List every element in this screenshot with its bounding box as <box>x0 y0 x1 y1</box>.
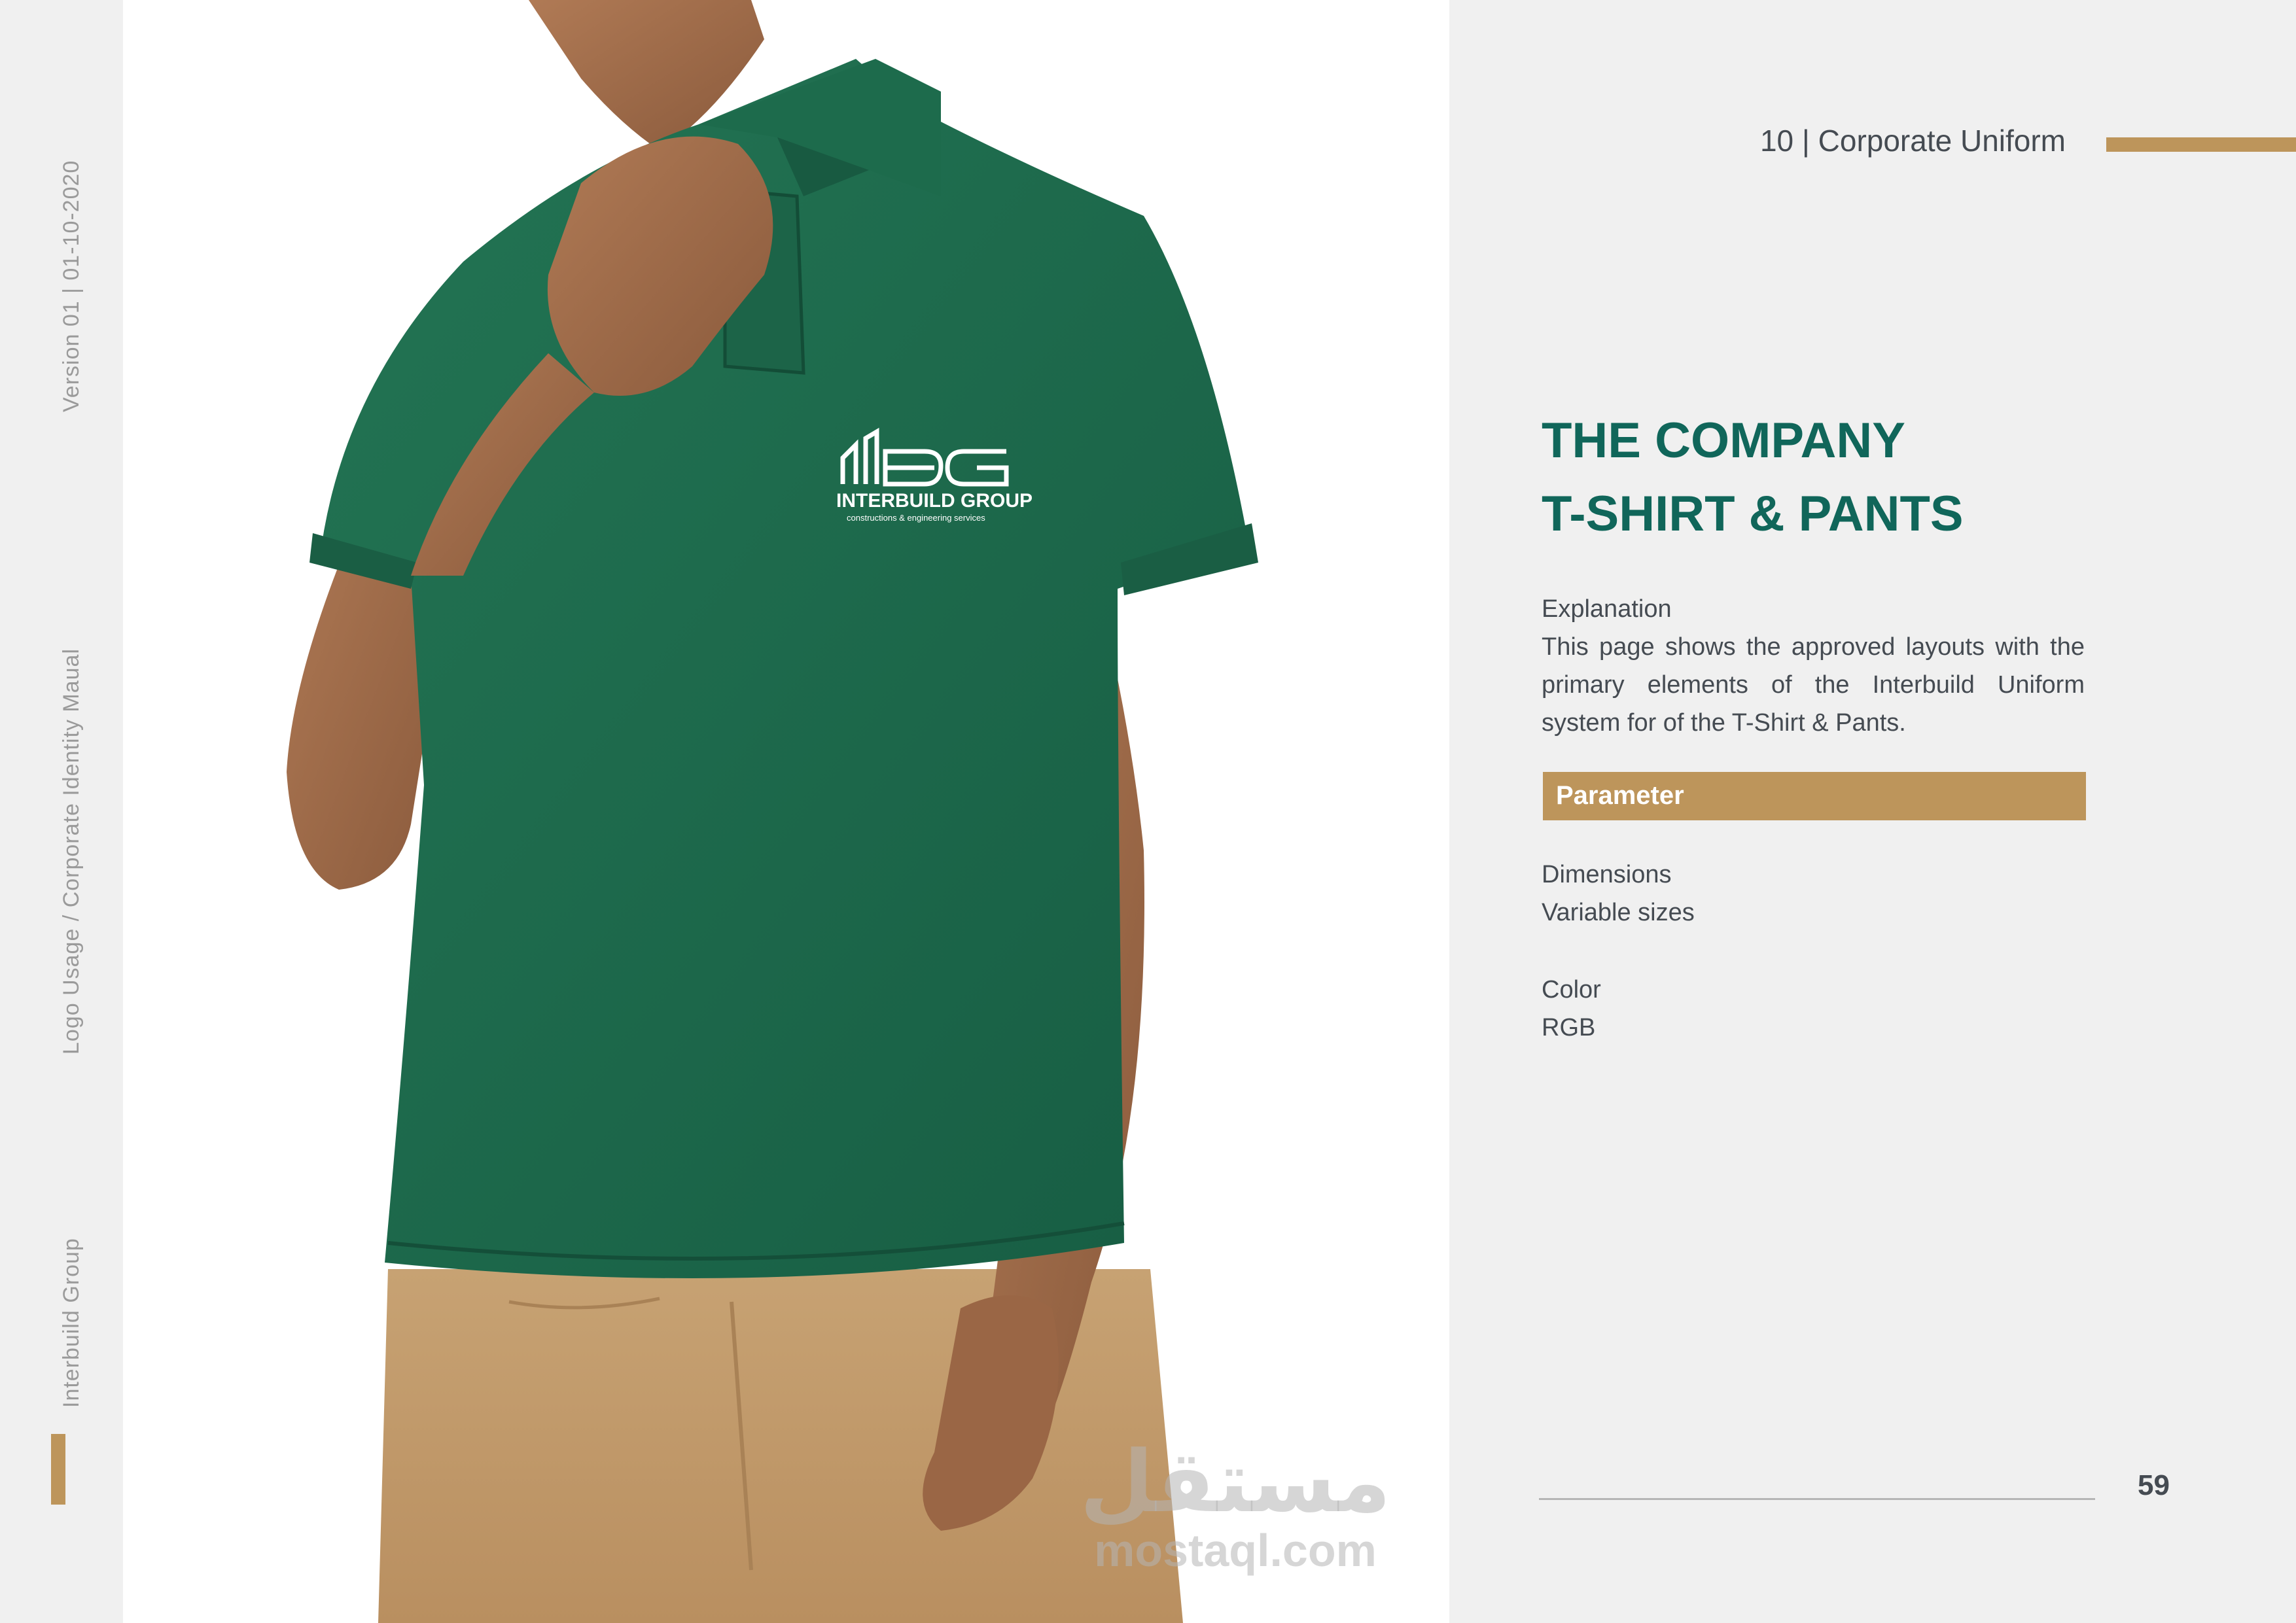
uniform-photo: INTERBUILD GROUP constructions & enginee… <box>123 0 1449 1623</box>
color-value: RGB <box>1542 1014 1596 1041</box>
color-label: Color <box>1542 976 1601 1003</box>
version-label: Version 01 | 01-10-2020 <box>59 160 84 412</box>
dimensions-label: Dimensions <box>1542 861 1672 888</box>
explanation-label: Explanation <box>1542 595 1672 623</box>
manual-label: Logo Usage / Corporate Identity Maual <box>59 648 84 1055</box>
svg-text:constructions & engineering se: constructions & engineering services <box>847 513 985 523</box>
dimensions-spec: Dimensions Variable sizes <box>1542 856 1695 932</box>
section-accent-rule <box>2106 137 2296 152</box>
company-label: Interbuild Group <box>59 1238 84 1408</box>
dimensions-value: Variable sizes <box>1542 899 1695 926</box>
parameter-label: Parameter <box>1556 781 1684 810</box>
watermark-site: mostaql.com <box>1094 1525 1377 1576</box>
footer-rule <box>1539 1498 2095 1500</box>
section-title: 10 | Corporate Uniform <box>1759 124 2066 158</box>
watermark-arabic: مستقل <box>1080 1432 1391 1531</box>
explanation-block: Explanation This page shows the approved… <box>1542 590 2085 742</box>
watermark: مستقل mostaql.com <box>1006 1439 1449 1577</box>
explanation-text: This page shows the approved layouts wit… <box>1542 633 2085 737</box>
heading-line-1: THE COMPANY <box>1542 413 1905 468</box>
side-strip: Version 01 | 01-10-2020 Logo Usage / Cor… <box>0 0 123 1623</box>
model-illustration: INTERBUILD GROUP constructions & enginee… <box>287 0 1258 1623</box>
color-spec: Color RGB <box>1542 971 1601 1047</box>
svg-text:INTERBUILD GROUP: INTERBUILD GROUP <box>836 490 1033 512</box>
heading-line-2: T-SHIRT & PANTS <box>1542 486 1964 542</box>
page-heading: THE COMPANY T-SHIRT & PANTS <box>1542 404 1964 551</box>
side-accent-bar <box>51 1434 65 1505</box>
content-panel: 10 | Corporate Uniform THE COMPANY T-SHI… <box>1449 0 2296 1623</box>
parameter-header: Parameter <box>1543 772 2086 820</box>
page-number: 59 <box>2138 1469 2170 1501</box>
